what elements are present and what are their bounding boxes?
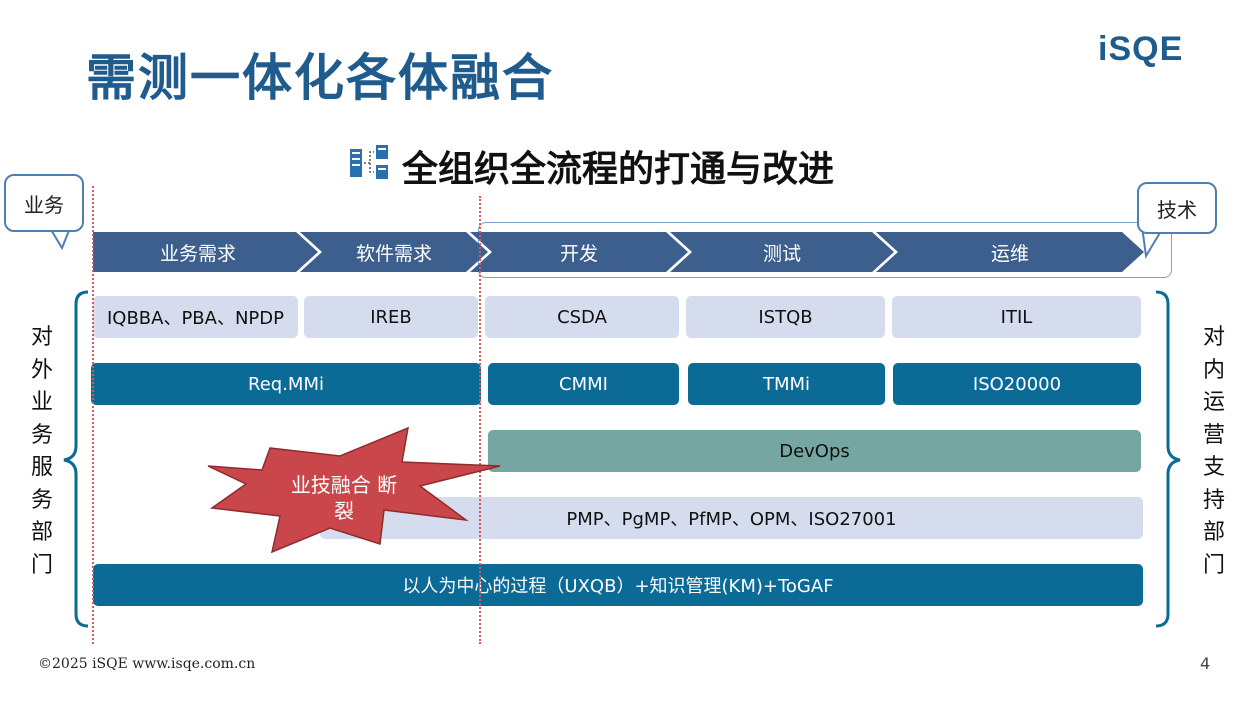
gap-burst-shape [207,426,501,554]
footer-copyright: ©2025 iSQE www.isqe.com.cn [38,656,256,672]
page-number: 4 [1200,654,1211,673]
gap-burst-label: 业技融合 断裂 [290,473,398,523]
